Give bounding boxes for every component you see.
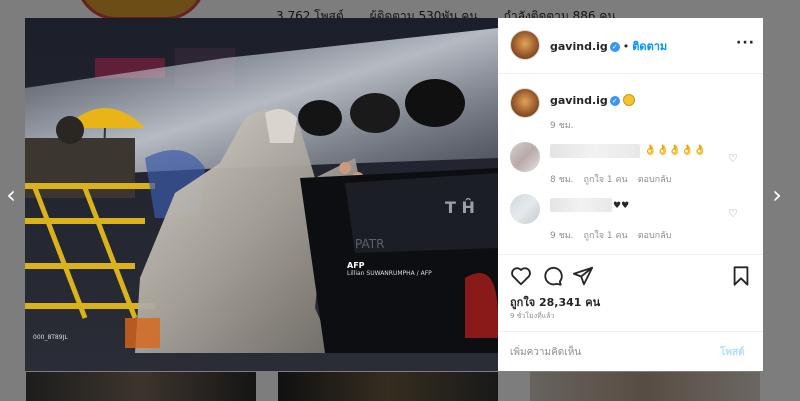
bookmark-icon[interactable] [730,265,752,287]
smiley-emoji-icon [622,94,635,106]
like-count[interactable]: ถูกใจ 28,341 คน [510,293,600,311]
post-actions: ถูกใจ 28,341 คน 9 ชั่วโมงที่แล้ว โพสต์ [498,254,763,371]
protest-photo-illustration: T Ĥ PATR [25,18,498,371]
comment-meta: 9 ชม. ถูกใจ 1 คน ตอบกลับ [550,228,681,242]
heart-icon[interactable] [510,265,532,287]
commenter-avatar[interactable] [510,194,540,224]
add-comment-bar: โพสต์ [498,331,763,372]
heart-icon[interactable]: ♡ [728,207,738,220]
caption-username[interactable]: gavind.ig [550,94,608,107]
credit-agency: AFP [347,261,365,270]
caption-username-row: gavind.ig ✓ [550,94,635,107]
commenter-name-redacted [550,198,612,212]
username-link[interactable]: gavind.ig [550,40,608,53]
comment-text: ♥♥ [613,201,630,211]
caption-timestamp: 9 ชม. [550,121,574,131]
verified-icon: ✓ [609,96,620,106]
post-side-panel: gavind.ig ✓ • ติดตาม ··· gavind.ig ✓ 9 ชม. 👌… [498,18,763,371]
chevron-right-icon[interactable]: › [768,182,786,208]
commenter-name-redacted [550,144,640,158]
post-comment-button[interactable]: โพสต์ [720,345,745,360]
comment-meta: 8 ชม. ถูกใจ 1 คน ตอบกลับ [550,172,681,186]
comment-time: 9 ชม. [550,231,574,241]
heart-icon[interactable]: ♡ [728,152,738,165]
comment-likes[interactable]: ถูกใจ 1 คน [584,231,628,241]
share-icon[interactable] [572,265,594,287]
post-timestamp: 9 ชั่วโมงที่แล้ว [510,312,555,320]
photo-file-code: 000_8T89JL [33,334,68,341]
photo-credit: AFP Lillian SUWANRUMPHA / AFP [347,262,432,278]
verified-icon: ✓ [609,42,620,52]
avatar[interactable] [510,30,540,60]
header-username-row: gavind.ig ✓ • ติดตาม [550,37,667,55]
svg-text:PATR: PATR [355,237,384,251]
more-icon[interactable]: ··· [736,35,755,51]
credit-line: Lillian SUWANRUMPHA / AFP [347,270,432,277]
reply-button[interactable]: ตอบกลับ [638,231,672,241]
comment-likes[interactable]: ถูกใจ 1 คน [584,175,628,185]
post-photo: T Ĥ PATR AFP Lillian SUWANRUMPHA / AFP 0… [25,18,498,371]
chevron-left-icon[interactable]: ‹ [2,182,20,208]
comment-icon[interactable] [541,265,563,287]
comment-time: 8 ชม. [550,175,574,185]
commenter-avatar[interactable] [510,142,540,172]
avatar[interactable] [510,88,540,118]
follow-button[interactable]: ติดตาม [632,40,667,53]
comment-input[interactable] [510,344,700,360]
separator-dot: • [622,40,630,53]
svg-text:T Ĥ: T Ĥ [445,198,475,217]
post-header: gavind.ig ✓ • ติดตาม ··· [498,18,763,74]
reply-button[interactable]: ตอบกลับ [638,175,672,185]
comment-text: 👌👌👌👌👌 [644,145,707,156]
